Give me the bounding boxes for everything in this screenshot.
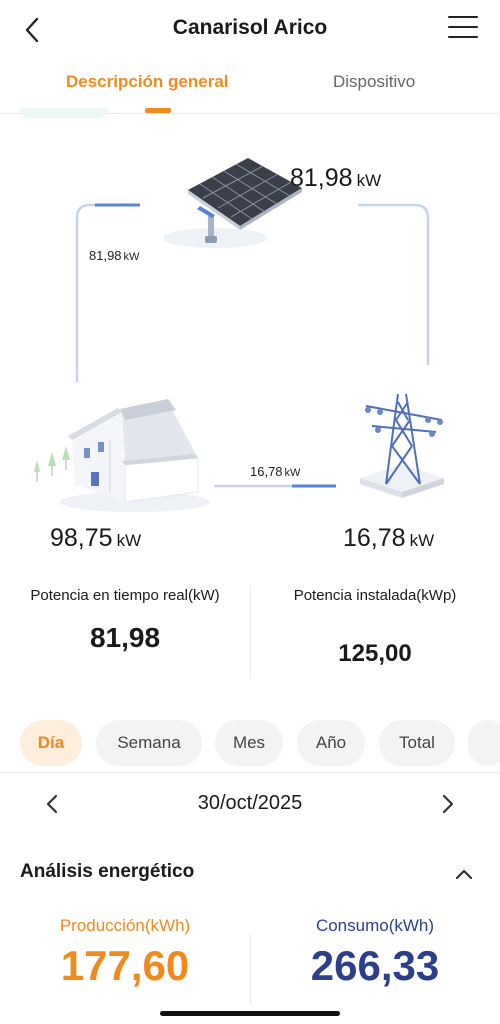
realtime-power-stat: Potencia en tiempo real(kW) 81,98 [30,586,220,654]
production-value: 177,60 [60,942,190,989]
energy-analysis-header: Análisis energético [0,856,500,892]
solar-power-value: 81,98 kW [290,164,382,192]
tab-bar: Descripción general Dispositivo [0,60,500,114]
selected-date[interactable]: 30/oct/2025 [0,792,500,815]
tab-device[interactable]: Dispositivo [333,72,415,92]
solar-to-home-line [75,203,140,382]
status-pill-edge [20,108,108,118]
period-day[interactable]: Día [20,720,82,766]
hamburger-menu-icon [448,16,478,18]
energy-summary: Producción(kWh) 177,60 Consumo(kWh) 266,… [0,916,500,1016]
period-total[interactable]: Total [379,720,455,766]
tab-overview[interactable]: Descripción general [66,72,229,92]
app-header: Canarisol Arico [0,0,500,60]
period-more-edge[interactable] [468,720,500,766]
chevron-up-icon [455,869,473,880]
period-divider [0,772,500,773]
installed-power-stat: Potencia instalada(kWp) 125,00 [270,586,480,668]
power-stats: Potencia en tiempo real(kW) 81,98 Potenc… [0,584,500,684]
back-button[interactable] [18,14,46,46]
period-year[interactable]: Año [297,720,365,766]
consumption-stat: Consumo(kWh) 266,33 [250,916,500,990]
power-tower-icon [360,393,444,498]
tree-icons [34,446,70,482]
home-consumption-value: 98,75 kW [50,524,142,552]
solar-to-home-value: 81,98 kW [89,248,140,263]
stats-divider [250,586,251,678]
home-indicator[interactable] [160,1011,340,1016]
period-week[interactable]: Semana [96,720,202,766]
tab-active-indicator [145,108,171,113]
house-icon [60,399,210,512]
solar-to-grid-line [358,203,430,365]
energy-flow-diagram: 81,98 kW 81,98 kW 16,78 kW 98,75 kW 16,78 kW [0,120,500,570]
page-title: Canarisol Arico [172,16,328,39]
date-navigation: 30/oct/2025 [0,784,500,824]
menu-button[interactable] [448,16,478,44]
installed-power-value: 125,00 [338,640,412,667]
realtime-power-label: Potencia en tiempo real(kW) [30,587,220,604]
production-label: Producción(kWh) [59,916,191,935]
energy-analysis-title: Análisis energético [20,861,195,882]
consumption-label: Consumo(kWh) [315,916,435,935]
period-month[interactable]: Mes [215,720,283,766]
grid-to-home-value: 16,78 kW [250,464,301,479]
solar-panel-icon [163,158,302,248]
realtime-power-value: 81,98 [89,622,161,653]
chevron-left-icon [25,17,39,43]
grid-power-value: 16,78 kW [343,524,435,552]
next-date-button[interactable] [436,790,460,818]
consumption-value: 266,33 [310,942,440,989]
production-stat: Producción(kWh) 177,60 [0,916,250,990]
period-selector: Día Semana Mes Año Total [0,720,500,770]
chevron-right-icon [442,794,454,814]
collapse-button[interactable] [452,862,476,886]
flow-lines [34,158,444,512]
installed-power-label: Potencia instalada(kWp) [293,587,457,604]
